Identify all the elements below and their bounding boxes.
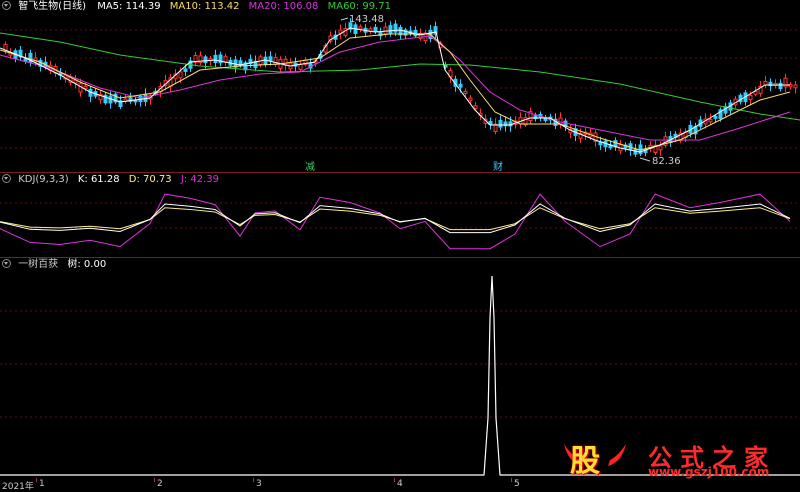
candle-body <box>658 145 663 151</box>
kdj-panel[interactable]: KDJ(9,3,3) K: 61.28 D: 70.73 J: 42.39 <box>0 173 800 257</box>
high-price-label: 143.48 <box>349 14 384 25</box>
kdj-name: KDJ(9,3,3) <box>18 174 69 185</box>
axis-label-month-1: 1 <box>39 479 45 489</box>
candle-body <box>343 27 348 37</box>
price-panel[interactable]: 智飞生物(日线) MA5: 114.39 MA10: 113.42 MA20: … <box>0 0 800 172</box>
candle-body <box>268 56 273 62</box>
candle-body <box>748 95 753 100</box>
candle-body <box>458 83 463 88</box>
axis-label-month-2: 2 <box>157 479 163 489</box>
signal-marker-reduce: 减 <box>305 161 315 172</box>
date-axis: 2021年 1 2 3 4 5 <box>0 478 800 492</box>
candle-body <box>793 84 798 89</box>
candle-body <box>183 68 188 73</box>
candle-body <box>203 56 208 64</box>
collapse-icon[interactable] <box>2 174 11 183</box>
kdj-legend: KDJ(9,3,3) K: 61.28 D: 70.73 J: 42.39 <box>0 173 225 187</box>
candle-body <box>473 105 478 110</box>
candle-body <box>463 90 468 94</box>
candle-body <box>178 71 183 79</box>
kdj-d-line <box>0 207 791 231</box>
indicator-grid <box>0 310 800 418</box>
kdj-k-value: K: 61.28 <box>77 174 120 185</box>
candle-body <box>713 115 718 119</box>
candle-body <box>358 26 363 30</box>
logo-site-url: www.gszj100.com <box>648 465 770 479</box>
low-price-label: 82.36 <box>652 156 681 167</box>
collapse-icon[interactable] <box>2 1 11 10</box>
kdj-d-value: D: 70.73 <box>128 174 172 185</box>
ma5-line <box>0 27 790 153</box>
logo-glyph: 股 <box>570 444 600 479</box>
candle-body <box>373 26 378 33</box>
axis-label-year: 2021年 <box>2 482 34 492</box>
axis-label-month-5: 5 <box>514 479 520 489</box>
candle-body <box>498 119 503 128</box>
candle-body <box>783 77 788 88</box>
candle-body <box>778 82 783 90</box>
indicator-name: 一树百获 <box>18 259 59 270</box>
axis-label-month-4: 4 <box>397 479 403 489</box>
price-chart[interactable]: 143.48 82.36 减 财 <box>0 0 800 172</box>
ma10-line <box>0 33 791 151</box>
high-annotation: 143.48 <box>340 14 384 25</box>
candle-body <box>708 118 713 123</box>
candle-body <box>383 26 388 35</box>
low-annotation: 82.36 <box>639 156 681 167</box>
site-watermark-logo: 股 公式之家 www.gszj100.com <box>556 436 800 479</box>
kdj-grid <box>0 202 800 229</box>
candle-body <box>78 83 83 93</box>
ma10-label: MA10: 113.42 <box>169 1 240 12</box>
signal-marker-finance: 财 <box>493 160 503 172</box>
stock-name: 智飞生物(日线) <box>18 1 86 12</box>
axis-label-month-3: 3 <box>256 479 262 489</box>
collapse-icon[interactable] <box>2 259 11 268</box>
kdj-j-value: J: 42.39 <box>180 174 219 185</box>
ma5-label: MA5: 114.39 <box>97 1 161 12</box>
ma60-label: MA60: 99.71 <box>327 1 391 12</box>
price-legend: 智飞生物(日线) MA5: 114.39 MA10: 113.42 MA20: … <box>0 0 397 14</box>
candle-body <box>143 93 148 102</box>
ma20-label: MA20: 106.08 <box>248 1 319 12</box>
candle-body <box>388 25 393 34</box>
indicator-value: 树: 0.00 <box>67 259 107 270</box>
kdj-j-line <box>0 193 791 250</box>
candle-body <box>213 54 218 64</box>
indicator-legend: 一树百获 树: 0.00 <box>0 258 112 272</box>
candle-body <box>763 80 768 86</box>
candle-body <box>468 97 473 101</box>
